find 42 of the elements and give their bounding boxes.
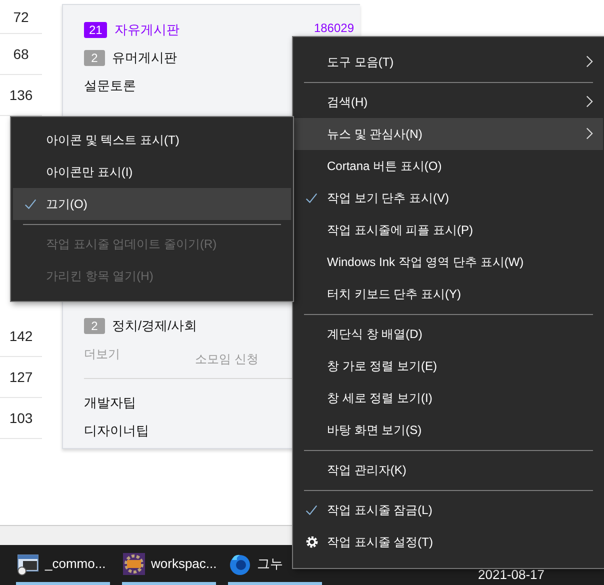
window-icon bbox=[16, 552, 40, 576]
post-count: 72 bbox=[13, 8, 29, 24]
menu-item[interactable]: 작업 표시줄 잠금(L) bbox=[294, 494, 603, 526]
menu-item[interactable]: 작업 보기 단추 표시(V) bbox=[294, 182, 603, 214]
board-link[interactable]: 정치/경제/사회 bbox=[112, 317, 198, 335]
menu-item[interactable]: 검색(H) bbox=[294, 86, 603, 118]
menu-item: 가리킨 항목 열기(H) bbox=[45, 268, 154, 284]
chevron-right-icon bbox=[586, 127, 593, 140]
menu-item[interactable]: 창 가로 정렬 보기(E) bbox=[294, 350, 603, 382]
count-badge: 2 bbox=[84, 318, 105, 334]
menu-item[interactable]: 계단식 창 배열(D) bbox=[294, 318, 603, 350]
taskbar-app[interactable]: workspac... bbox=[122, 545, 216, 585]
chevron-right-icon bbox=[586, 95, 593, 108]
menu-item[interactable]: 끄기(O) bbox=[13, 188, 291, 220]
post-count: 136 bbox=[9, 87, 33, 103]
settings-icon bbox=[305, 535, 319, 549]
gear-icon bbox=[122, 552, 146, 576]
menu-item[interactable]: 터치 키보드 단추 표시(Y) bbox=[294, 278, 603, 310]
menu-item[interactable]: 작업 관리자(K) bbox=[294, 454, 603, 486]
board-link[interactable]: 유머게시판 bbox=[112, 49, 177, 67]
menu-item[interactable]: 바탕 화면 보기(S) bbox=[294, 414, 603, 446]
taskbar-app[interactable]: _commo... bbox=[16, 545, 110, 585]
menu-item[interactable]: 작업 표시줄에 피플 표시(P) bbox=[294, 214, 603, 246]
post-total: 186029 bbox=[314, 21, 354, 35]
chevron-right-icon bbox=[586, 55, 593, 68]
post-count: 68 bbox=[13, 46, 29, 62]
count-badge: 21 bbox=[84, 22, 108, 38]
menu-item[interactable]: 아이콘만 표시(I) bbox=[13, 156, 291, 188]
menu-item[interactable]: 뉴스 및 관심사(N) bbox=[294, 118, 603, 150]
menu-item: 작업 표시줄 업데이트 줄이기(R) bbox=[45, 236, 218, 252]
clock-date: 2021-08-17 bbox=[478, 567, 544, 582]
post-count: 142 bbox=[9, 328, 33, 344]
menu-item[interactable]: 창 세로 정렬 보기(I) bbox=[294, 382, 603, 414]
count-badge: 2 bbox=[84, 50, 105, 66]
menu-item[interactable]: Cortana 버튼 표시(O) bbox=[294, 150, 603, 182]
board-link[interactable]: 자유게시판 bbox=[114, 21, 180, 39]
post-count: 103 bbox=[9, 410, 33, 426]
board-link[interactable]: 설문토론 bbox=[84, 77, 136, 95]
post-count: 127 bbox=[9, 369, 33, 385]
menu-item[interactable]: 도구 모음(T) bbox=[294, 46, 603, 78]
menu-item[interactable]: Windows Ink 작업 영역 단추 표시(W) bbox=[294, 246, 603, 278]
menu-item[interactable]: 아이콘 및 텍스트 표시(T) bbox=[13, 124, 291, 156]
